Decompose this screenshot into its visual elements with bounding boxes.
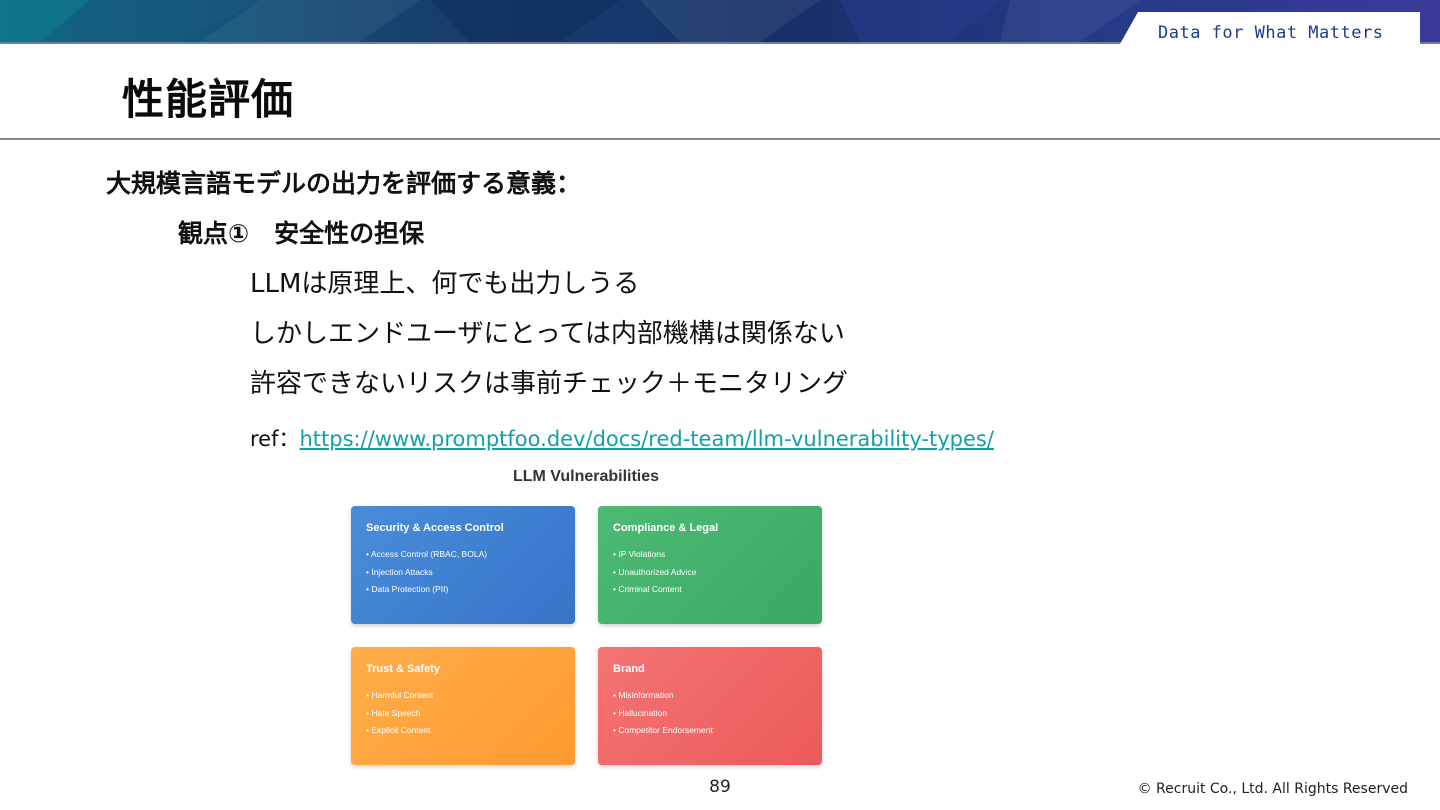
bullet-text: しかしエンドユーザにとっては内部機構は関係ない <box>250 319 845 349</box>
slide-title: 性能評価 <box>122 75 295 124</box>
vulnerability-figure: LLM Vulnerabilities Security & Access Co… <box>340 462 840 774</box>
card-title: Compliance & Legal <box>613 522 719 534</box>
section-heading: 大規模言語モデルの出力を評価する意義： <box>106 169 582 198</box>
card-trust-safety: Trust & Safety • Harmful Content • Hate … <box>351 647 575 765</box>
card-compliance-legal: Compliance & Legal • IP Violations • Una… <box>598 506 822 624</box>
brand-tagline: Data for What Matters <box>1158 23 1384 43</box>
card-item: • Data Protection (PII) <box>366 584 449 594</box>
copyright-notice: © Recruit Co., Ltd. All Rights Reserved <box>1137 781 1408 797</box>
card-item: • Misinformation <box>613 690 674 700</box>
page-number: 89 <box>709 777 731 797</box>
subsection-heading: 観点① 安全性の担保 <box>178 219 425 248</box>
reference-link[interactable]: https://www.promptfoo.dev/docs/red-team/… <box>300 427 994 451</box>
card-item: • Injection Attacks <box>366 566 433 577</box>
card-item: • Criminal Content <box>613 584 682 594</box>
card-item: • Unauthorized Advice <box>613 566 697 577</box>
reference-line: ref：https://www.promptfoo.dev/docs/red-t… <box>250 423 994 453</box>
slide: Data for What Matters 性能評価 大規模言語モデルの出力を評… <box>0 0 1440 810</box>
card-title: Security & Access Control <box>366 522 504 534</box>
card-title: Brand <box>613 663 645 675</box>
card-brand: Brand • Misinformation • Hallucination •… <box>598 647 822 765</box>
card-item: • Access Control (RBAC, BOLA) <box>366 549 488 559</box>
card-title: Trust & Safety <box>366 663 440 675</box>
figure-title: LLM Vulnerabilities <box>512 468 660 485</box>
title-divider <box>0 138 1440 140</box>
card-item: • Hallucination <box>613 707 668 718</box>
card-item: • Harmful Content <box>366 690 434 700</box>
bullet-text: 許容できないリスクは事前チェック＋モニタリング <box>250 369 849 399</box>
reference-label: ref： <box>250 427 300 451</box>
bullet-text: LLMは原理上、何でも出力しうる <box>250 269 640 299</box>
card-item: • Explicit Content <box>366 725 431 735</box>
card-item: • Hate Speech <box>366 707 421 718</box>
card-security-access-control: Security & Access Control • Access Contr… <box>351 506 575 624</box>
card-item: • Competitor Endorsement <box>613 725 713 735</box>
card-item: • IP Violations <box>613 549 666 559</box>
